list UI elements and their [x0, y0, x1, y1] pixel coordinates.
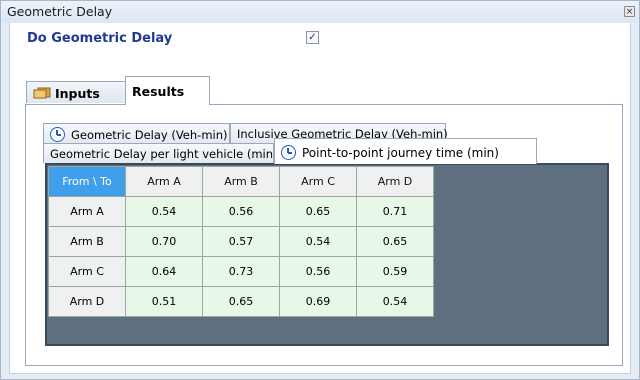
- close-icon[interactable]: ×: [624, 6, 635, 17]
- grid-cell[interactable]: 0.70: [125, 226, 203, 257]
- title-bar: Geometric Delay ×: [1, 1, 639, 23]
- table-row: Arm A 0.54 0.56 0.65 0.71: [48, 196, 434, 227]
- column-header[interactable]: Arm B: [202, 166, 280, 197]
- grid-cell[interactable]: 0.56: [279, 256, 357, 287]
- grid-cell[interactable]: 0.56: [202, 196, 280, 227]
- grid-cell[interactable]: 0.65: [356, 226, 434, 257]
- tab-geometric-delay-veh-min[interactable]: Geometric Delay (Veh-min): [43, 123, 230, 143]
- tab-inputs-label: Inputs: [55, 86, 100, 101]
- grid-header-row: From \ To Arm A Arm B Arm C Arm D: [48, 166, 434, 197]
- content-area: Do Geometric Delay ✓ Inputs Results Geom…: [9, 23, 631, 374]
- column-header[interactable]: Arm A: [125, 166, 203, 197]
- grid-cell[interactable]: 0.64: [125, 256, 203, 287]
- tab-inputs[interactable]: Inputs: [26, 81, 126, 103]
- grid-cell[interactable]: 0.71: [356, 196, 434, 227]
- sub-tab-label: Geometric Delay per light vehicle (min): [50, 147, 278, 161]
- tab-geometric-delay-per-light-vehicle[interactable]: Geometric Delay per light vehicle (min): [43, 143, 278, 163]
- tab-results-label: Results: [132, 84, 185, 99]
- journey-time-grid: From \ To Arm A Arm B Arm C Arm D Arm A …: [48, 166, 434, 317]
- inputs-icon: [33, 87, 51, 99]
- grid-cell[interactable]: 0.51: [125, 286, 203, 317]
- geometric-delay-window: Geometric Delay × Do Geometric Delay ✓ I…: [0, 0, 640, 380]
- do-geometric-delay-checkbox[interactable]: ✓: [306, 31, 319, 44]
- row-header[interactable]: Arm A: [48, 196, 126, 227]
- do-geometric-delay-label: Do Geometric Delay: [27, 31, 173, 46]
- grid-cell[interactable]: 0.54: [356, 286, 434, 317]
- grid-cell[interactable]: 0.73: [202, 256, 280, 287]
- row-header[interactable]: Arm B: [48, 226, 126, 257]
- sub-tab-label: Point-to-point journey time (min): [302, 146, 499, 160]
- results-panel: Geometric Delay (Veh-min) Inclusive Geom…: [25, 104, 623, 366]
- row-header[interactable]: Arm C: [48, 256, 126, 287]
- table-row: Arm B 0.70 0.57 0.54 0.65: [48, 226, 434, 257]
- grid-cell[interactable]: 0.54: [125, 196, 203, 227]
- column-header[interactable]: Arm C: [279, 166, 357, 197]
- row-header[interactable]: Arm D: [48, 286, 126, 317]
- table-row: Arm C 0.64 0.73 0.56 0.59: [48, 256, 434, 287]
- window-title: Geometric Delay: [7, 4, 113, 19]
- clock-icon: [281, 145, 296, 160]
- grid-corner-header[interactable]: From \ To: [48, 166, 126, 197]
- column-header[interactable]: Arm D: [356, 166, 434, 197]
- table-row: Arm D 0.51 0.65 0.69 0.54: [48, 286, 434, 317]
- grid-cell[interactable]: 0.69: [279, 286, 357, 317]
- grid-cell[interactable]: 0.65: [279, 196, 357, 227]
- results-grid-area: From \ To Arm A Arm B Arm C Arm D Arm A …: [45, 163, 609, 346]
- grid-cell[interactable]: 0.65: [202, 286, 280, 317]
- sub-tab-label: Geometric Delay (Veh-min): [71, 128, 228, 142]
- grid-cell[interactable]: 0.54: [279, 226, 357, 257]
- tab-results[interactable]: Results: [125, 76, 210, 105]
- clock-icon: [50, 127, 65, 142]
- grid-cell[interactable]: 0.57: [202, 226, 280, 257]
- tab-point-to-point-journey-time[interactable]: Point-to-point journey time (min): [274, 138, 537, 164]
- grid-cell[interactable]: 0.59: [356, 256, 434, 287]
